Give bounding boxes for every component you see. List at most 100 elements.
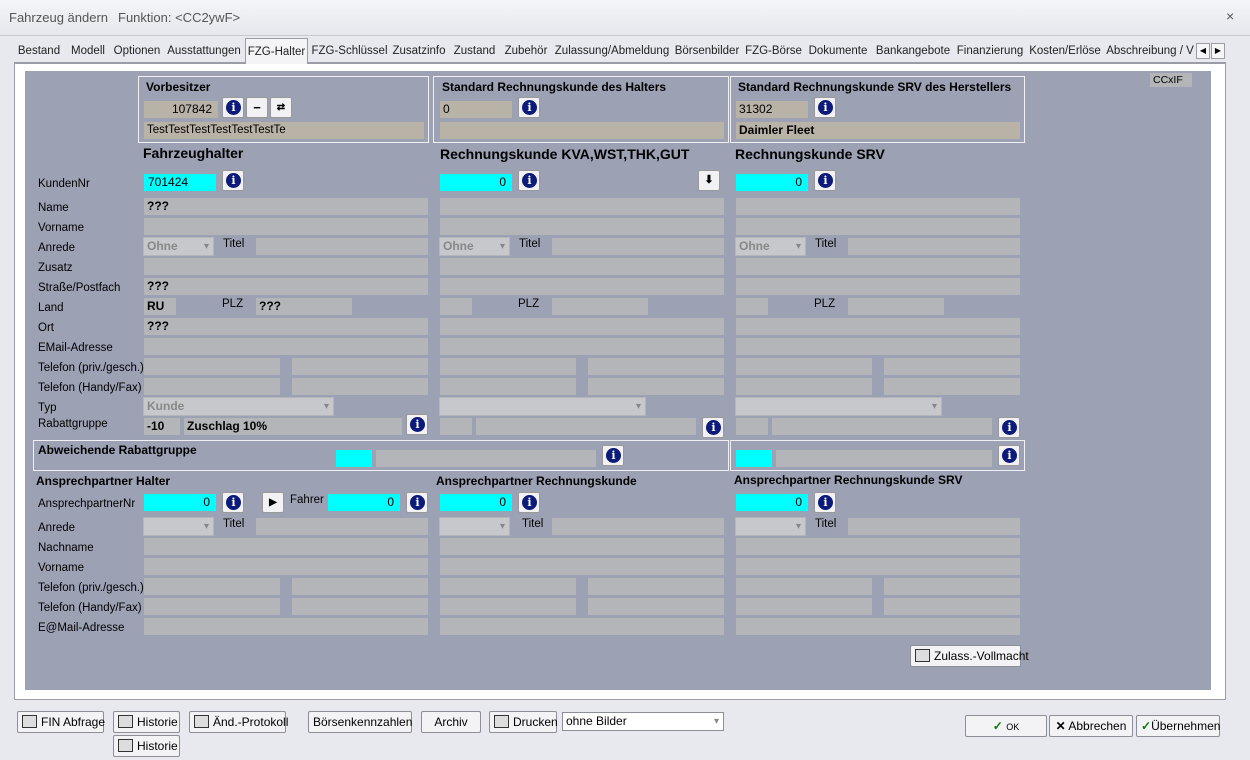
- srv-plz-input[interactable]: [848, 298, 944, 315]
- srv-kundennr-info-icon[interactable]: i: [814, 170, 836, 191]
- ansprech-rk-email-input[interactable]: [440, 618, 724, 635]
- halter-rabatt-info-icon[interactable]: i: [406, 414, 428, 435]
- abw-rabatt-srv-code-input[interactable]: [736, 450, 772, 467]
- historie-tools-button[interactable]: Historie: [113, 735, 180, 757]
- fahrer-nr-input[interactable]: 0: [328, 494, 400, 511]
- ansprech-halter-handy-input[interactable]: [144, 598, 280, 615]
- abw-rabatt-info-icon[interactable]: i: [602, 445, 624, 466]
- halter-rabatt-code[interactable]: -10: [144, 418, 180, 435]
- boersenkennzahlen-button[interactable]: Börsenkennzahlen: [308, 711, 412, 733]
- tab-dokumente[interactable]: Dokumente: [807, 40, 869, 63]
- rk-titel-input[interactable]: [552, 238, 724, 255]
- halter-telefon-priv-input[interactable]: [144, 358, 280, 375]
- std-rk-halter-name[interactable]: [440, 122, 724, 139]
- srv-rabatt-info-icon[interactable]: i: [998, 417, 1020, 438]
- rk-handy-input[interactable]: [440, 378, 576, 395]
- tab-bestand[interactable]: Bestand: [14, 40, 64, 63]
- srv-strasse-input[interactable]: [736, 278, 1020, 295]
- ansprech-rk-tel-gesch-input[interactable]: [588, 578, 724, 595]
- tab-modell[interactable]: Modell: [66, 40, 110, 63]
- tab-optionen[interactable]: Optionen: [112, 40, 162, 63]
- ansprech-rk-titel-input[interactable]: [552, 518, 724, 535]
- rk-vorname-input[interactable]: [440, 218, 724, 235]
- std-rk-srv-name[interactable]: Daimler Fleet: [736, 122, 1020, 139]
- ansprech-rk-nr-input[interactable]: 0: [440, 494, 512, 511]
- srv-fax-input[interactable]: [884, 378, 1020, 395]
- halter-anrede-select[interactable]: Ohne: [143, 237, 214, 256]
- halter-kundennr-input[interactable]: 701424: [144, 174, 216, 191]
- ansprech-srv-handy-input[interactable]: [736, 598, 872, 615]
- ansprech-halter-info-icon[interactable]: i: [222, 492, 244, 513]
- srv-typ-select[interactable]: [735, 397, 942, 416]
- halter-typ-select[interactable]: Kunde: [143, 397, 334, 416]
- halter-vorname-input[interactable]: [144, 218, 428, 235]
- vorbesitzer-name[interactable]: TestTestTestTestTestTestTe: [144, 122, 424, 139]
- rk-land-input[interactable]: [440, 298, 472, 315]
- ansprech-srv-info-icon[interactable]: i: [814, 492, 836, 513]
- ansprech-halter-play-icon[interactable]: ▶: [262, 492, 284, 513]
- rk-copy-down-icon[interactable]: ⬇: [698, 170, 720, 191]
- srv-vorname-input[interactable]: [736, 218, 1020, 235]
- halter-strasse-input[interactable]: ???: [144, 278, 428, 295]
- ansprech-srv-email-input[interactable]: [736, 618, 1020, 635]
- rk-typ-select[interactable]: [439, 397, 646, 416]
- vorbesitzer-transfer-icon[interactable]: ⇄: [270, 97, 292, 118]
- halter-ort-input[interactable]: ???: [144, 318, 428, 335]
- halter-email-input[interactable]: [144, 338, 428, 355]
- fahrer-info-icon[interactable]: i: [406, 492, 428, 513]
- historie-button[interactable]: Historie: [113, 711, 180, 733]
- tab-zubehoer[interactable]: Zubehör: [502, 40, 550, 63]
- srv-telefon-priv-input[interactable]: [736, 358, 872, 375]
- ansprech-rk-nachname-input[interactable]: [440, 538, 724, 555]
- ansprech-halter-nr-input[interactable]: 0: [144, 494, 216, 511]
- bilder-select[interactable]: ohne Bilder: [562, 712, 724, 731]
- ansprech-rk-info-icon[interactable]: i: [518, 492, 540, 513]
- halter-handy-input[interactable]: [144, 378, 280, 395]
- tab-abschreibung[interactable]: Abschreibung / V: [1106, 40, 1194, 63]
- srv-ort-input[interactable]: [736, 318, 1020, 335]
- tab-kosten-erloese[interactable]: Kosten/Erlöse: [1028, 40, 1102, 63]
- abw-rabatt-code-input[interactable]: [336, 450, 372, 467]
- rk-telefon-priv-input[interactable]: [440, 358, 576, 375]
- srv-name-input[interactable]: [736, 198, 1020, 215]
- srv-kundennr-input[interactable]: 0: [736, 174, 808, 191]
- std-rk-halter-info-icon[interactable]: i: [518, 97, 540, 118]
- ansprech-halter-nachname-input[interactable]: [144, 538, 428, 555]
- aend-protokoll-button[interactable]: Änd.-Protokoll: [189, 711, 288, 733]
- vorbesitzer-remove-button[interactable]: −: [246, 97, 268, 118]
- srv-handy-input[interactable]: [736, 378, 872, 395]
- srv-zusatz-input[interactable]: [736, 258, 1020, 275]
- drucken-button[interactable]: Drucken: [489, 711, 558, 733]
- ansprech-srv-tel-gesch-input[interactable]: [884, 578, 1020, 595]
- ansprech-srv-anrede-select[interactable]: [735, 517, 806, 536]
- srv-titel-input[interactable]: [848, 238, 1020, 255]
- rk-strasse-input[interactable]: [440, 278, 724, 295]
- abw-rabatt-srv-info-icon[interactable]: i: [998, 445, 1020, 466]
- tab-ausstattungen[interactable]: Ausstattungen: [166, 40, 242, 63]
- ansprech-halter-titel-input[interactable]: [256, 518, 428, 535]
- rk-email-input[interactable]: [440, 338, 724, 355]
- srv-telefon-gesch-input[interactable]: [884, 358, 1020, 375]
- ansprech-srv-titel-input[interactable]: [848, 518, 1020, 535]
- tab-zustand[interactable]: Zustand: [451, 40, 498, 63]
- ansprech-srv-nachname-input[interactable]: [736, 538, 1020, 555]
- tab-zulassung[interactable]: Zulassung/Abmeldung: [554, 40, 670, 63]
- ansprech-halter-fax-input[interactable]: [292, 598, 428, 615]
- halter-fax-input[interactable]: [292, 378, 428, 395]
- ansprech-halter-vorname-input[interactable]: [144, 558, 428, 575]
- ansprech-halter-tel-priv-input[interactable]: [144, 578, 280, 595]
- std-rk-halter-number[interactable]: 0: [440, 101, 512, 118]
- rk-ort-input[interactable]: [440, 318, 724, 335]
- rk-plz-input[interactable]: [552, 298, 648, 315]
- archiv-button[interactable]: Archiv: [421, 711, 481, 733]
- ansprech-srv-tel-priv-input[interactable]: [736, 578, 872, 595]
- ansprech-rk-anrede-select[interactable]: [439, 517, 510, 536]
- zulass-vollmacht-button[interactable]: Zulass.-Vollmacht: [910, 645, 1029, 667]
- halter-name-input[interactable]: ???: [144, 198, 428, 215]
- ansprech-rk-tel-priv-input[interactable]: [440, 578, 576, 595]
- halter-titel-input[interactable]: [256, 238, 428, 255]
- rk-zusatz-input[interactable]: [440, 258, 724, 275]
- rk-rabatt-code[interactable]: [440, 418, 472, 435]
- tab-finanzierung[interactable]: Finanzierung: [956, 40, 1024, 63]
- std-rk-srv-info-icon[interactable]: i: [814, 97, 836, 118]
